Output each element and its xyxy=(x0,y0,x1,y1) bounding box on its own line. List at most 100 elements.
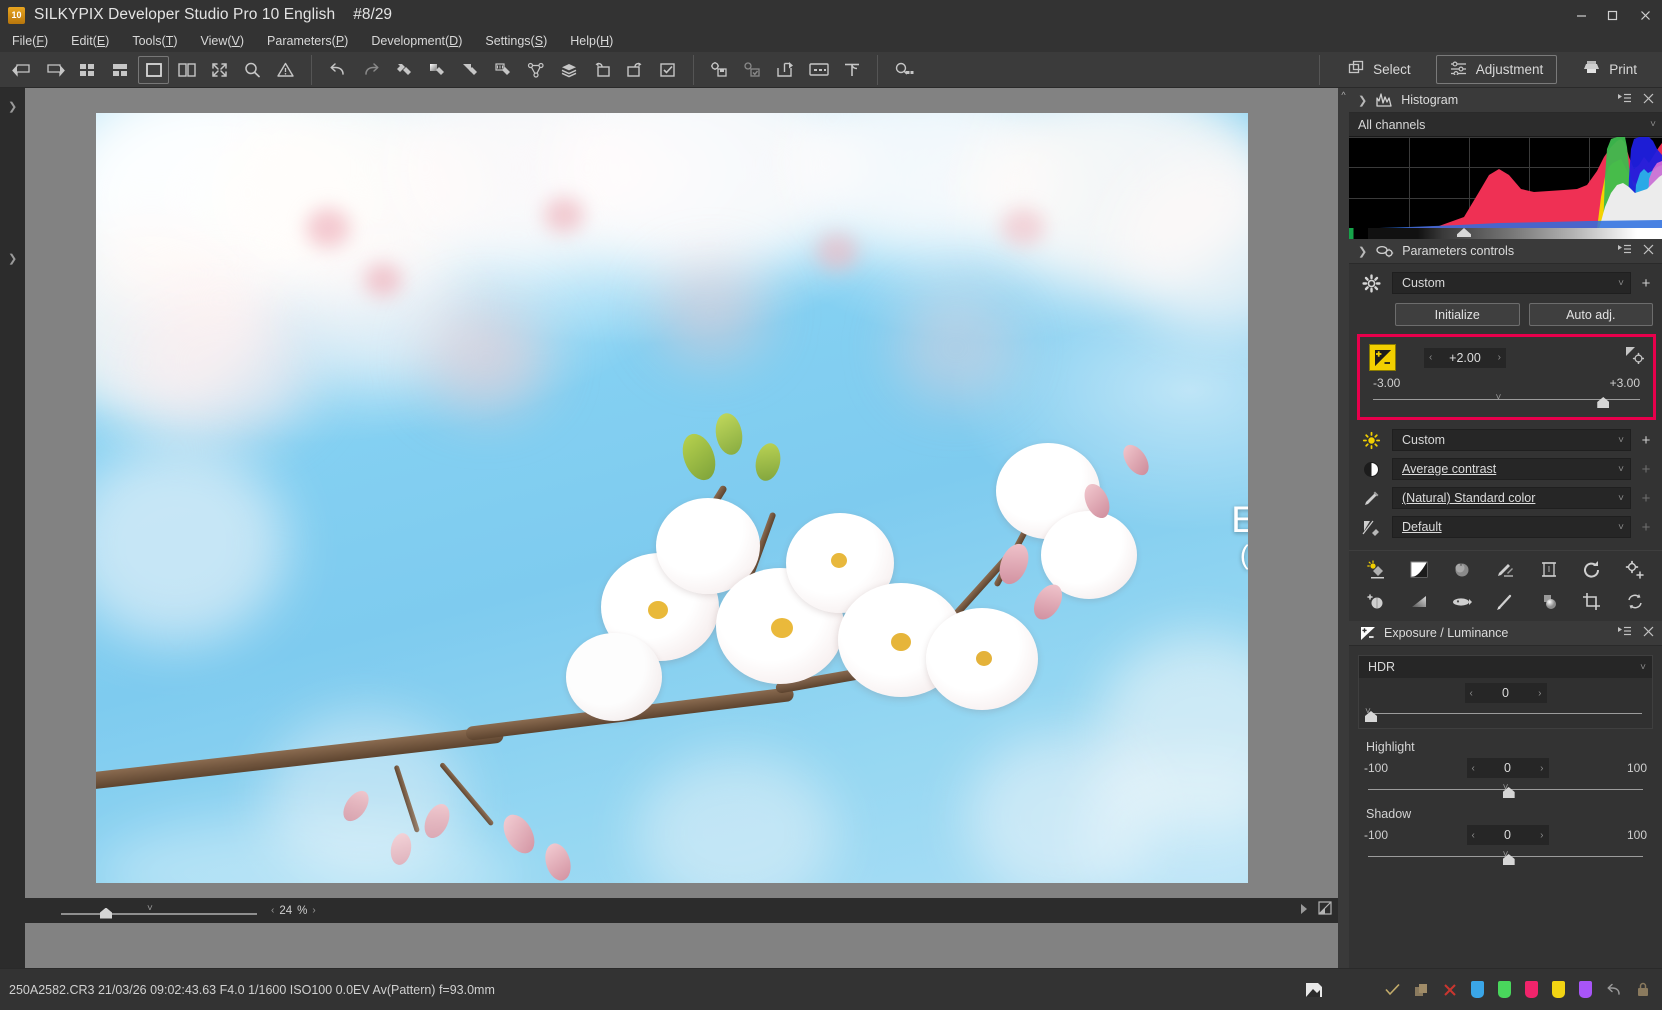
menu-settings[interactable]: Settings(S) xyxy=(482,32,557,50)
undo-icon[interactable] xyxy=(322,56,353,84)
close-button[interactable] xyxy=(1628,0,1662,30)
chevron-down-icon[interactable]: ˅ xyxy=(1640,662,1646,673)
batch-develop-icon[interactable] xyxy=(737,56,768,84)
mode-select-button[interactable]: Select xyxy=(1335,55,1424,84)
initialize-button[interactable]: Initialize xyxy=(1395,303,1520,326)
image-flag-icon[interactable] xyxy=(1305,982,1323,998)
shadow-increase-icon[interactable]: › xyxy=(1540,830,1543,841)
left-panel-expand-bottom-icon[interactable]: ❯ xyxy=(8,254,18,265)
mode-adjustment-button[interactable]: Adjustment xyxy=(1435,55,1558,84)
panel-close-icon[interactable] xyxy=(1643,91,1654,109)
panel-close-icon[interactable] xyxy=(1643,624,1654,642)
mode-print-button[interactable]: Print xyxy=(1569,55,1650,84)
taste-partial-icon[interactable] xyxy=(454,56,485,84)
highlight-value-spinner[interactable]: ‹ 0 › xyxy=(1466,758,1549,778)
exposure-reset-icon[interactable] xyxy=(1625,346,1645,369)
white-balance-add-button[interactable]: + xyxy=(1639,432,1653,449)
crop-icon[interactable] xyxy=(1579,589,1605,613)
lock-icon[interactable] xyxy=(1636,982,1650,997)
contrast-icon[interactable] xyxy=(1358,460,1384,479)
lens-aberration-icon[interactable] xyxy=(1579,557,1605,581)
white-balance-tool-icon[interactable]: × xyxy=(1449,557,1475,581)
taste-select[interactable]: Custom ˅ xyxy=(1392,272,1631,294)
contrast-add-button[interactable]: + xyxy=(1639,461,1653,478)
tag-yellow[interactable] xyxy=(1552,981,1565,998)
taste-copy-icon[interactable] xyxy=(388,56,419,84)
fit-to-window-icon[interactable] xyxy=(1318,901,1332,920)
white-balance-icon[interactable] xyxy=(1358,431,1384,450)
taste-add-button[interactable]: + xyxy=(1639,275,1653,292)
chevron-right-icon[interactable]: ❯ xyxy=(1358,245,1367,258)
histogram-exposure-strip[interactable] xyxy=(1349,228,1662,239)
minimize-button[interactable] xyxy=(1566,0,1597,30)
auto-adjust-button[interactable]: Auto adj. xyxy=(1528,303,1653,326)
menu-help[interactable]: Help(H) xyxy=(567,32,623,50)
left-panel-expand-top-icon[interactable]: ❯ xyxy=(8,102,18,113)
prev-image-icon[interactable] xyxy=(6,56,37,84)
taste-paste-icon[interactable] xyxy=(421,56,452,84)
right-panel-scrollbar[interactable]: ^ xyxy=(1338,88,1349,968)
image-viewer[interactable]: Exposure (Luminance) xyxy=(25,88,1338,968)
menu-edit[interactable]: Edit(E) xyxy=(68,32,119,50)
maximize-button[interactable] xyxy=(1597,0,1628,30)
tag-green[interactable] xyxy=(1498,981,1511,998)
histogram-channel-select[interactable]: All channels ˅ xyxy=(1349,113,1662,136)
taste-batch-icon[interactable] xyxy=(487,56,518,84)
zoom-level-control[interactable]: ‹ 24 % › xyxy=(271,905,316,917)
fullscreen-icon[interactable] xyxy=(204,56,235,84)
color-add-button[interactable]: + xyxy=(1639,490,1653,507)
undo-arrow-icon[interactable] xyxy=(1606,983,1622,997)
shadow-value-spinner[interactable]: ‹ 0 › xyxy=(1466,825,1549,845)
chevron-down-icon[interactable]: ˅ xyxy=(1650,119,1656,130)
rotate-right-icon[interactable] xyxy=(619,56,650,84)
white-balance-select[interactable]: Custom ˅ xyxy=(1392,429,1631,451)
left-panel-collapsed-strip[interactable]: ❯ ❯ xyxy=(0,88,25,968)
contrast-select[interactable]: Average contrast ˅ xyxy=(1392,458,1631,480)
exposure-value-spinner[interactable]: ‹ +2.00 › xyxy=(1424,347,1506,368)
rotation-icon[interactable] xyxy=(1622,589,1648,613)
slideshow-icon[interactable] xyxy=(803,56,834,84)
checkmark-box-icon[interactable] xyxy=(652,56,683,84)
spot-tool-icon[interactable] xyxy=(520,56,551,84)
chevron-down-icon[interactable]: ˅ xyxy=(1618,522,1624,533)
dodge-burn-icon[interactable] xyxy=(1363,589,1389,613)
zoom-slider-thumb[interactable] xyxy=(100,907,112,919)
gear-icon[interactable] xyxy=(1358,273,1384,293)
fisheye-icon[interactable] xyxy=(1449,589,1475,613)
copy-icon[interactable] xyxy=(1414,983,1429,997)
exposure-swatch-icon[interactable] xyxy=(1369,344,1396,371)
rotate-left-icon[interactable] xyxy=(586,56,617,84)
menu-file[interactable]: File(F) xyxy=(9,32,58,50)
color-icon[interactable] xyxy=(1358,489,1384,508)
hdr-increase-icon[interactable]: › xyxy=(1538,688,1541,699)
pan-right-icon[interactable] xyxy=(1298,902,1310,920)
menu-development[interactable]: Development(D) xyxy=(368,32,472,50)
brush-icon[interactable] xyxy=(1492,589,1518,613)
panel-menu-icon[interactable] xyxy=(1618,624,1632,642)
export-icon[interactable] xyxy=(770,56,801,84)
zoom-slider[interactable]: ˅ xyxy=(61,903,257,919)
color-select[interactable]: (Natural) Standard color ˅ xyxy=(1392,487,1631,509)
hdr-value-spinner[interactable]: ‹ 0 › xyxy=(1464,683,1547,703)
preview-image[interactable]: Exposure (Luminance) xyxy=(96,113,1248,883)
next-image-icon[interactable] xyxy=(39,56,70,84)
menu-view[interactable]: View(V) xyxy=(198,32,255,50)
panel-menu-icon[interactable] xyxy=(1618,91,1632,109)
layers-icon[interactable] xyxy=(553,56,584,84)
single-view-icon[interactable] xyxy=(138,55,169,84)
effects-icon[interactable] xyxy=(1622,557,1648,581)
highlight-control-icon[interactable] xyxy=(1536,589,1562,613)
print-layout-icon[interactable] xyxy=(836,56,867,84)
check-mark-icon[interactable] xyxy=(1385,983,1400,996)
hdr-slider[interactable]: ˅ xyxy=(1365,706,1646,722)
develop-settings-icon[interactable] xyxy=(704,56,735,84)
zoom-decrease-icon[interactable]: ‹ xyxy=(271,905,274,916)
thumbnail-list-icon[interactable] xyxy=(105,56,136,84)
magnifier-icon[interactable] xyxy=(237,56,268,84)
chevron-down-icon[interactable]: ˅ xyxy=(1618,435,1624,446)
chevron-right-icon[interactable]: ❯ xyxy=(1358,94,1367,107)
histogram-marker[interactable] xyxy=(1457,228,1471,237)
menu-parameters[interactable]: Parameters(P) xyxy=(264,32,358,50)
sharpness-add-button[interactable]: + xyxy=(1639,519,1653,536)
tag-pink[interactable] xyxy=(1525,981,1538,998)
